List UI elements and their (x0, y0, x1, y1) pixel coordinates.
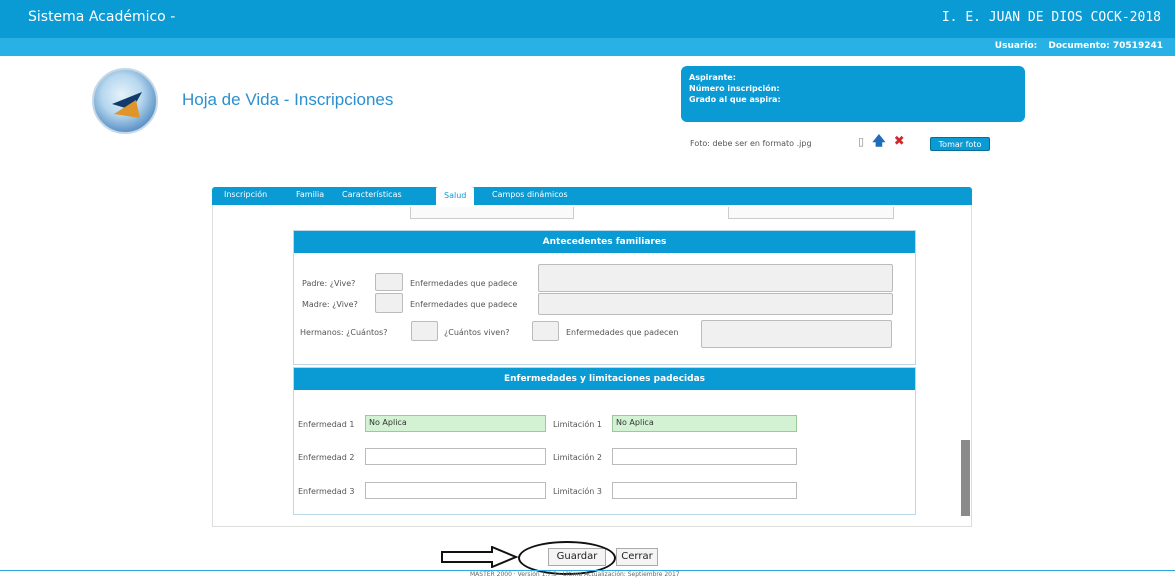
limitacion-3-label: Limitación 3 (553, 487, 602, 496)
applicant-info-box: Aspirante: Número inscripción: Grado al … (681, 66, 1025, 122)
limitacion-1-label: Limitación 1 (553, 420, 602, 429)
hermanos-viven-field[interactable] (532, 321, 559, 341)
grado-label: Grado al que aspira: (689, 95, 781, 104)
madre-padece-label: Enfermedades que padece (410, 300, 518, 309)
enfermedades-header: Enfermedades y limitaciones padecidas (294, 368, 915, 390)
tab-bar: Inscripción Familia Características Salu… (212, 187, 972, 205)
tab-inscripcion[interactable]: Inscripción (224, 190, 267, 199)
school-logo (92, 68, 158, 134)
app-title: Sistema Académico - (28, 9, 176, 25)
limitacion-2-label: Limitación 2 (553, 453, 602, 462)
tab-salud[interactable]: Salud (436, 187, 475, 205)
enfermedad-3-label: Enfermedad 3 (298, 487, 355, 496)
top-bar: Sistema Académico - I. E. JUAN DE DIOS C… (0, 0, 1175, 38)
limitacion-3-input[interactable] (612, 482, 797, 499)
madre-enfermedades-field[interactable] (538, 293, 893, 315)
right-arrow-icon (441, 546, 519, 568)
hermanos-enfermedades-field[interactable] (701, 320, 892, 348)
limitacion-2-input[interactable] (612, 448, 797, 465)
padre-enfermedades-field[interactable] (538, 264, 893, 292)
tab-caracteristicas[interactable]: Características (342, 190, 402, 199)
document-label: Documento: 70519241 (1048, 41, 1163, 51)
panel-scrollbar[interactable] (961, 440, 970, 516)
enfermedad-1-label: Enfermedad 1 (298, 420, 355, 429)
footer-text: MASTER 2000 · Versión 1.7.3 · Última Act… (470, 571, 680, 578)
user-bar: Usuario: Documento: 70519241 (0, 38, 1175, 56)
padre-padece-label: Enfermedades que padece (410, 279, 518, 288)
delete-x-icon[interactable]: ✖ (894, 134, 905, 149)
enfermedad-1-input[interactable]: No Aplica (365, 415, 546, 432)
enfermedad-2-label: Enfermedad 2 (298, 453, 355, 462)
photo-actions: ▯ 🡅 ✖ (858, 132, 909, 154)
photo-note: Foto: debe ser en formato .jpg (690, 139, 812, 148)
enfermedad-3-input[interactable] (365, 482, 546, 499)
partial-field-top-left[interactable] (410, 207, 574, 219)
hermanos-padecen-label: Enfermedades que padecen (566, 328, 679, 337)
paperclip-icon[interactable]: ▯ (858, 135, 864, 148)
madre-vive-field[interactable] (375, 293, 403, 313)
tab-familia[interactable]: Familia (296, 190, 324, 199)
hermanos-cuantos-label: Hermanos: ¿Cuántos? (300, 328, 388, 337)
cerrar-button[interactable]: Cerrar (616, 548, 658, 566)
padre-vive-label: Padre: ¿Vive? (302, 279, 356, 288)
logo-emblem-icon (112, 92, 142, 118)
upload-arrow-icon[interactable]: 🡅 (872, 134, 885, 149)
user-info: Usuario: Documento: 70519241 (987, 41, 1163, 51)
padre-vive-field[interactable] (375, 273, 403, 291)
hermanos-viven-label: ¿Cuántos viven? (444, 328, 510, 337)
enfermedad-2-input[interactable] (365, 448, 546, 465)
numero-inscripcion-label: Número inscripción: (689, 84, 780, 93)
hermanos-cuantos-field[interactable] (411, 321, 438, 341)
take-photo-button[interactable]: Tomar foto (930, 137, 990, 151)
limitacion-1-input[interactable]: No Aplica (612, 415, 797, 432)
school-title: I. E. JUAN DE DIOS COCK-2018 (941, 10, 1161, 25)
tab-campos-dinamicos[interactable]: Campos dinámicos (492, 190, 568, 199)
page-title: Hoja de Vida - Inscripciones (182, 90, 394, 109)
user-label: Usuario: (994, 41, 1038, 51)
antecedentes-header: Antecedentes familiares (294, 231, 915, 253)
madre-vive-label: Madre: ¿Vive? (302, 300, 358, 309)
partial-field-top-right[interactable] (728, 207, 894, 219)
aspirante-label: Aspirante: (689, 73, 736, 82)
